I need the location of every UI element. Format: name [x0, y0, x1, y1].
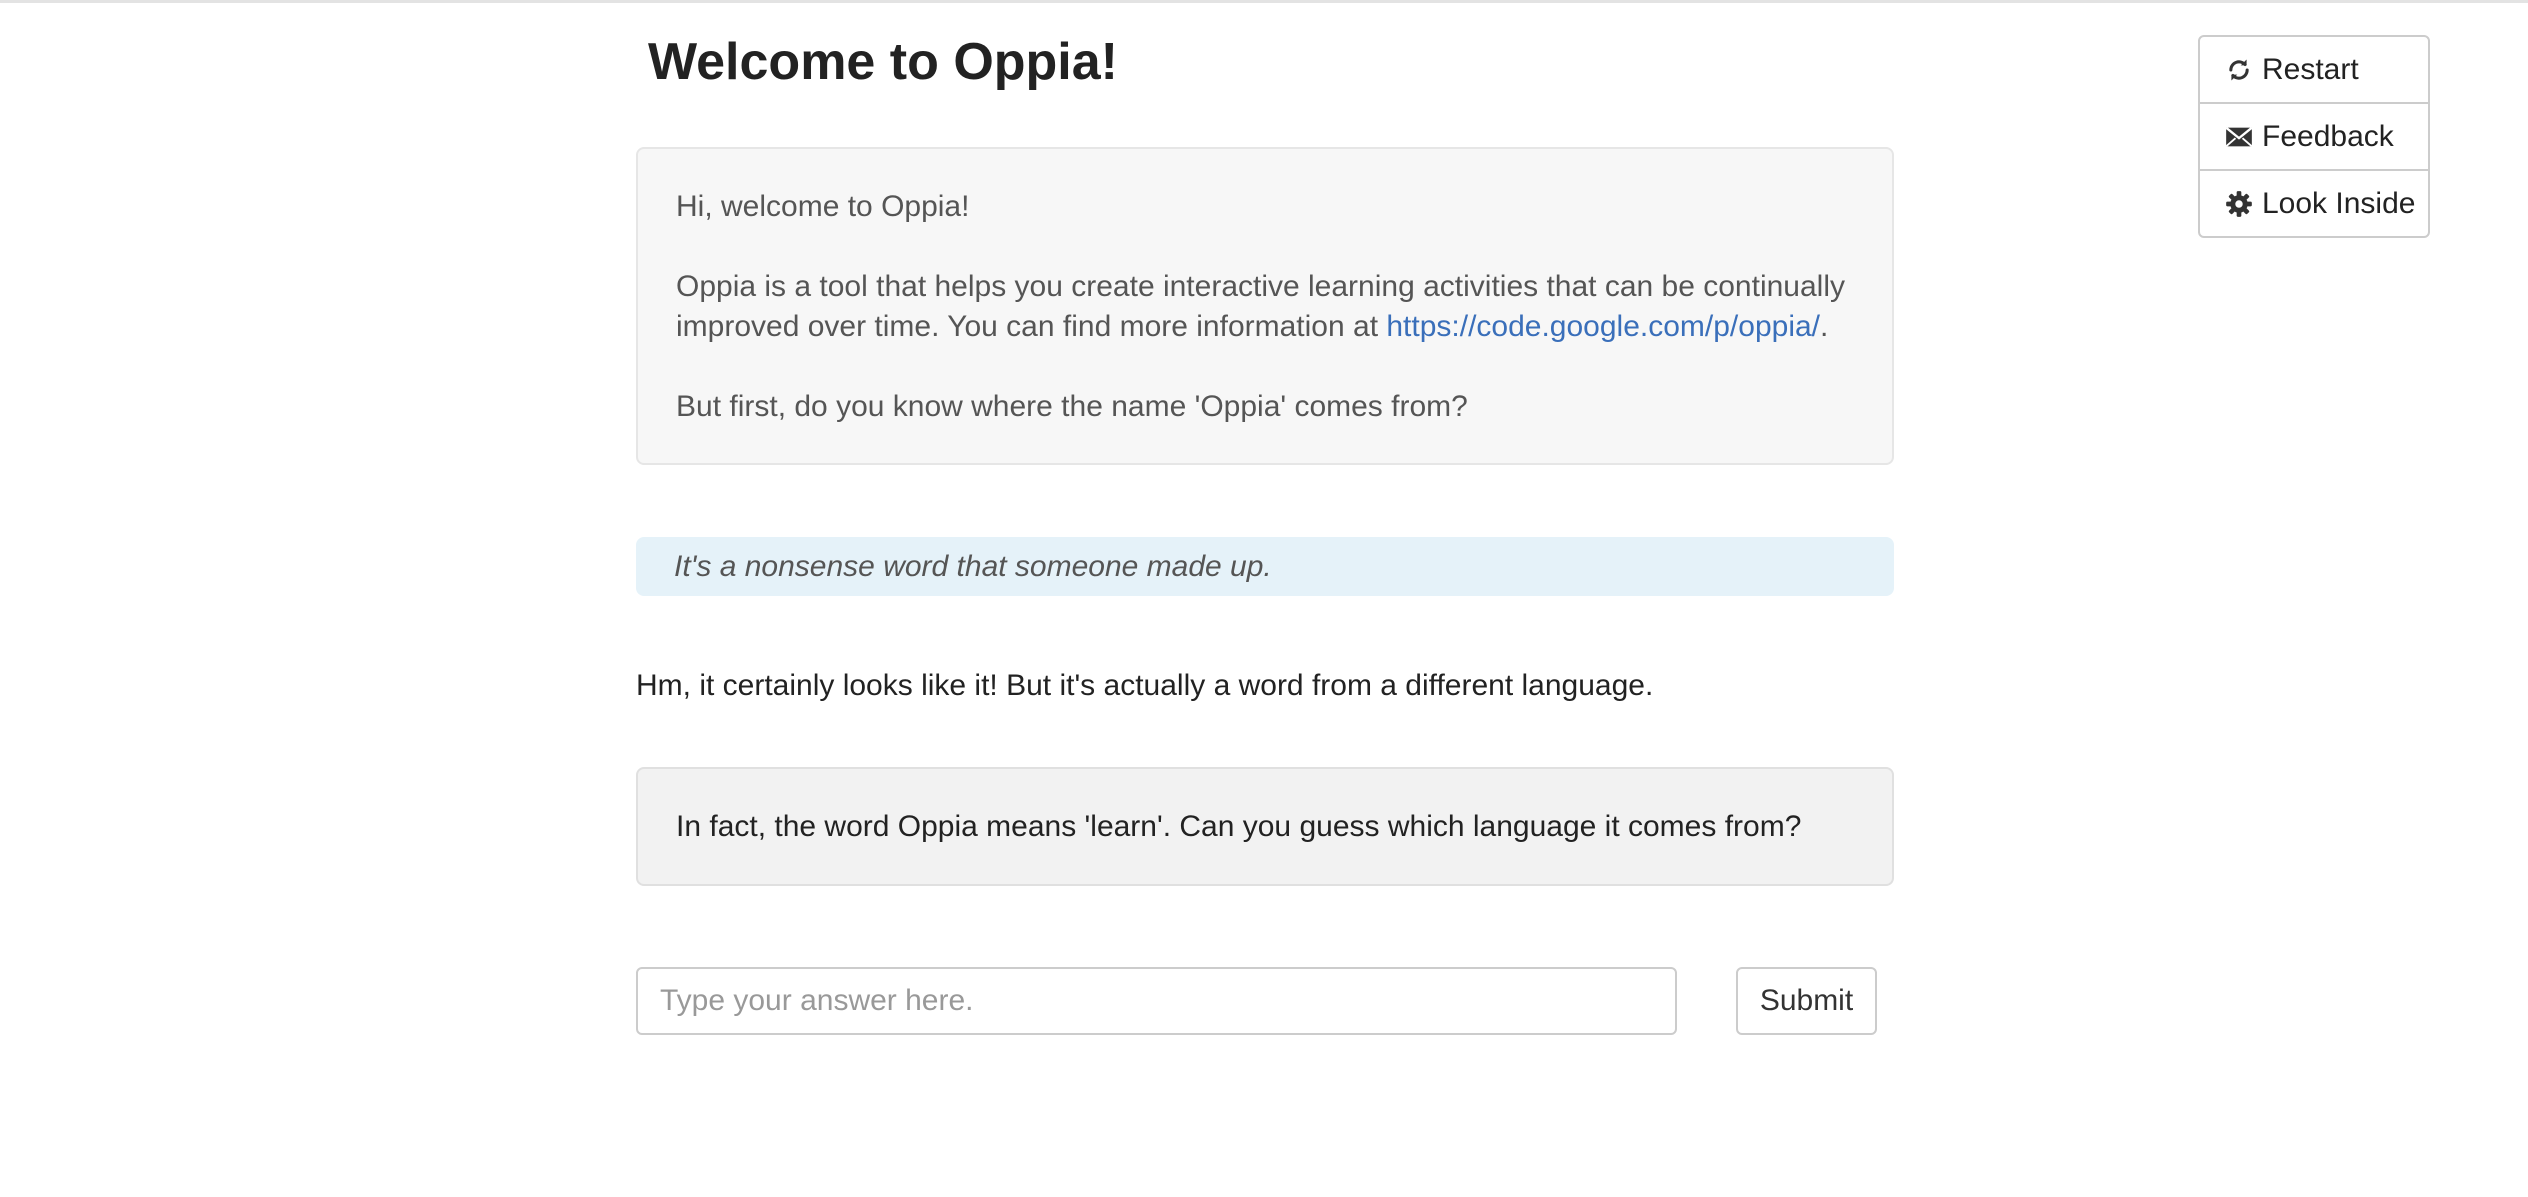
restart-label: Restart	[2262, 52, 2359, 86]
look-inside-label: Look Inside	[2262, 186, 2416, 220]
page-title: Welcome to Oppia!	[648, 33, 1118, 91]
gear-icon	[2224, 189, 2254, 219]
refresh-icon	[2224, 55, 2254, 85]
envelope-icon	[2224, 122, 2254, 152]
answer-input[interactable]	[636, 967, 1677, 1035]
feedback-label: Feedback	[2262, 119, 2394, 153]
intro-description: Oppia is a tool that helps you create in…	[676, 267, 1854, 347]
submit-button[interactable]: Submit	[1736, 967, 1877, 1035]
side-menu: Restart Feedback Look Inside	[2198, 35, 2430, 238]
look-inside-button[interactable]: Look Inside	[2200, 169, 2428, 236]
top-border-line	[0, 0, 2528, 3]
follow-up-question-box: In fact, the word Oppia means 'learn'. C…	[636, 767, 1894, 886]
oppia-info-link[interactable]: https://code.google.com/p/oppia/	[1386, 310, 1820, 343]
intro-description-end: .	[1820, 310, 1829, 343]
intro-question: But first, do you know where the name 'O…	[676, 390, 1468, 423]
intro-message-box: Hi, welcome to Oppia! Oppia is a tool th…	[636, 147, 1894, 465]
learner-answer-bubble: It's a nonsense word that someone made u…	[636, 537, 1894, 596]
restart-button[interactable]: Restart	[2200, 37, 2428, 102]
feedback-button[interactable]: Feedback	[2200, 102, 2428, 169]
intro-greeting: Hi, welcome to Oppia!	[676, 190, 970, 223]
feedback-text: Hm, it certainly looks like it! But it's…	[636, 669, 1654, 702]
